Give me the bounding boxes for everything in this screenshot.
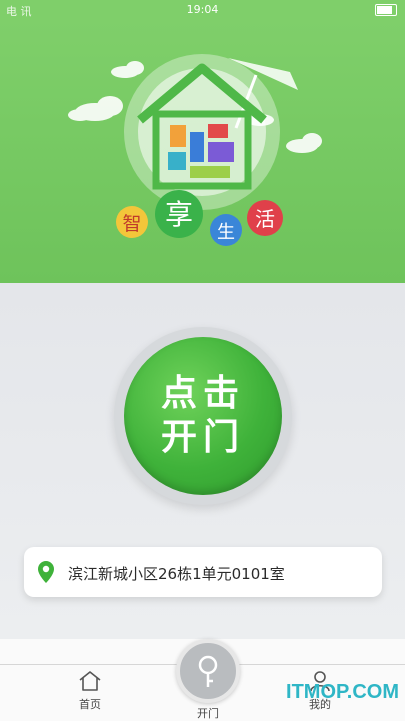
cloud-icon	[111, 61, 144, 78]
cloud-icon	[286, 133, 322, 153]
logo-text-huo: 活	[255, 207, 275, 231]
watermark: ITMOP.COM	[286, 681, 399, 703]
status-time: 19:04	[186, 3, 219, 16]
address-card[interactable]: 滨江新城小区26栋1单元0101室	[24, 547, 382, 597]
tab-bar: 首页 开门 我的	[0, 639, 405, 721]
location-pin-icon	[38, 561, 54, 587]
logo-text-zhi: 智	[122, 213, 141, 235]
cloud-icon	[68, 96, 123, 121]
open-door-label-line2: 开门	[160, 417, 245, 458]
key-icon	[198, 655, 218, 687]
address-text: 滨江新城小区26栋1单元0101室	[68, 565, 285, 583]
tab-open-label: 开门	[197, 707, 219, 720]
tab-home-label: 首页	[79, 698, 101, 711]
logo-text-xiang: 享	[165, 198, 193, 231]
open-door-label-line1: 点击	[160, 373, 245, 414]
main-panel: 点击 开门 滨江新城小区26栋1单元0101室	[0, 283, 405, 639]
home-icon	[79, 671, 101, 691]
tab-home[interactable]: 首页	[50, 669, 130, 712]
status-bar: 电 讯 19:04	[0, 0, 405, 20]
hero-illustration: 智 享 生 活	[68, 54, 322, 246]
logo-text-sheng: 生	[217, 222, 235, 243]
hero-banner: 智 享 生 活	[0, 20, 405, 283]
battery-icon	[375, 4, 397, 16]
center-open-button[interactable]	[176, 639, 240, 703]
open-door-button[interactable]: 点击 开门	[124, 337, 282, 495]
